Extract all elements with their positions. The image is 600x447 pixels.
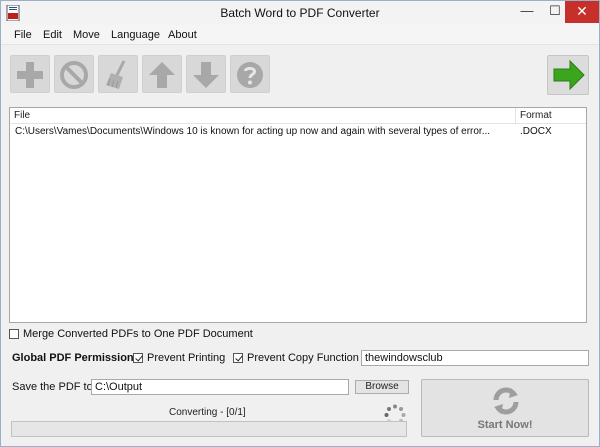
menu-language[interactable]: Language (111, 29, 160, 41)
browse-button[interactable]: Browse (355, 380, 409, 394)
merge-checkbox[interactable] (9, 329, 19, 339)
go-button[interactable] (547, 55, 589, 95)
move-down-button[interactable] (186, 55, 226, 93)
menu-move[interactable]: Move (73, 29, 100, 41)
permission-label: Global PDF Permission: (12, 352, 138, 364)
help-button[interactable] (230, 55, 270, 93)
close-button[interactable]: ✕ (565, 1, 599, 23)
move-down-icon (193, 62, 219, 88)
save-to-label: Save the PDF to (12, 381, 93, 393)
menu-bar: File Edit Move Language About (1, 25, 599, 45)
arrow-right-icon (553, 59, 585, 91)
table-row[interactable]: C:\Users\Vames\Documents\Windows 10 is k… (10, 125, 586, 140)
prevent-copy-checkbox[interactable] (233, 353, 243, 363)
status-text: Converting - [0/1] (169, 407, 246, 418)
clear-broom-icon (106, 60, 126, 89)
help-icon (237, 62, 263, 88)
remove-button[interactable] (54, 55, 94, 93)
column-header-file[interactable]: File (10, 108, 516, 124)
file-list[interactable]: File Format C:\Users\Vames\Documents\Win… (9, 107, 587, 323)
prevent-printing-label: Prevent Printing (147, 352, 226, 364)
add-button[interactable] (10, 55, 50, 93)
column-header-format[interactable]: Format (516, 108, 586, 124)
remove-icon (60, 61, 88, 89)
refresh-icon (493, 387, 519, 415)
progress-bar (11, 421, 407, 437)
start-button[interactable]: Start Now! (421, 379, 589, 437)
add-icon (17, 62, 43, 88)
minimize-button[interactable]: — (513, 1, 541, 23)
move-up-icon (149, 62, 175, 88)
start-button-label: Start Now! (477, 419, 533, 431)
prevent-copy-label: Prevent Copy Function (247, 352, 359, 364)
file-path-cell: C:\Users\Vames\Documents\Windows 10 is k… (15, 126, 491, 137)
title-bar[interactable]: Batch Word to PDF Converter — ☐ ✕ (1, 1, 599, 25)
file-format-cell: .DOCX (520, 126, 552, 137)
menu-about[interactable]: About (168, 29, 197, 41)
window-title: Batch Word to PDF Converter (220, 6, 380, 20)
merge-label: Merge Converted PDFs to One PDF Document (23, 328, 253, 340)
password-input[interactable]: thewindowsclub (361, 350, 589, 366)
move-up-button[interactable] (142, 55, 182, 93)
menu-edit[interactable]: Edit (43, 29, 62, 41)
app-window: Batch Word to PDF Converter — ☐ ✕ File E… (0, 0, 600, 447)
output-path-input[interactable]: C:\Output (91, 379, 349, 395)
prevent-printing-checkbox[interactable] (133, 353, 143, 363)
clear-button[interactable] (98, 55, 138, 93)
menu-file[interactable]: File (14, 29, 32, 41)
